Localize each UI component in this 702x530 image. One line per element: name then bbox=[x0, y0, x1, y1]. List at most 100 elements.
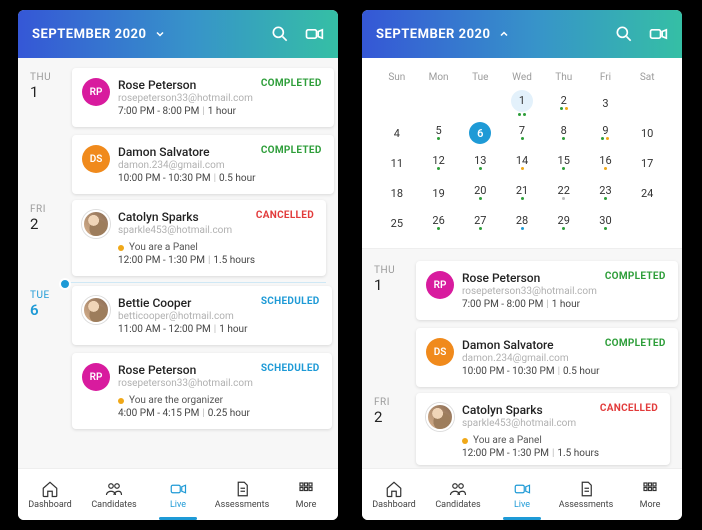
candidate-email: damon.234@gmail.com bbox=[118, 160, 253, 171]
nav-more[interactable]: More bbox=[618, 469, 682, 520]
event-time: 12:00 PM - 1:30 PM|1.5 hours bbox=[118, 255, 314, 266]
event-time: 4:00 PM - 4:15 PM|0.25 hour bbox=[118, 408, 320, 419]
day-group: FRI 2 Catolyn Sparks sparkle453@hotmail.… bbox=[30, 200, 326, 276]
video-icon[interactable] bbox=[304, 24, 324, 44]
nav-dashboard[interactable]: Dashboard bbox=[362, 469, 426, 520]
event-card[interactable]: Catolyn Sparks sparkle453@hotmail.com CA… bbox=[416, 393, 670, 465]
calendar-day[interactable]: 26 bbox=[418, 208, 460, 238]
avatar bbox=[82, 210, 110, 238]
dow-label: Fri bbox=[585, 66, 627, 88]
calendar-day[interactable]: 17 bbox=[626, 148, 668, 178]
calendar-day[interactable]: 29 bbox=[543, 208, 585, 238]
calendar-day[interactable]: 18 bbox=[376, 178, 418, 208]
calendar-day[interactable]: 12 bbox=[418, 148, 460, 178]
avatar bbox=[82, 296, 110, 324]
status-badge: CANCELLED bbox=[600, 403, 658, 414]
nav-assessments[interactable]: Assessments bbox=[210, 469, 274, 520]
calendar-grid: 1234567891011121314151617181920212223242… bbox=[376, 88, 668, 238]
calendar-day[interactable]: 3 bbox=[585, 88, 627, 118]
candidate-email: betticooper@hotmail.com bbox=[118, 311, 253, 322]
calendar-day[interactable]: 7 bbox=[501, 118, 543, 148]
events-body: Sun Mon Tue Wed Thu Fri Sat 123456789101… bbox=[362, 58, 682, 468]
page-title: SEPTEMBER 2020 bbox=[376, 27, 490, 42]
day-group: THU 1 RP Rose Peterson rosepeterson33@ho… bbox=[30, 68, 326, 194]
day-num: 2 bbox=[30, 215, 62, 233]
nav-dashboard[interactable]: Dashboard bbox=[18, 469, 82, 520]
calendar-day[interactable]: 22 bbox=[543, 178, 585, 208]
dow-label: Tue bbox=[459, 66, 501, 88]
document-icon bbox=[577, 480, 595, 498]
nav-more[interactable]: More bbox=[274, 469, 338, 520]
month-selector[interactable]: SEPTEMBER 2020 bbox=[376, 27, 614, 42]
nav-live[interactable]: Live bbox=[146, 469, 210, 520]
candidate-email: sparkle453@hotmail.com bbox=[462, 418, 592, 429]
calendar-day[interactable]: 1 bbox=[501, 88, 543, 118]
event-card[interactable]: RP Rose Peterson rosepeterson33@hotmail.… bbox=[72, 353, 332, 429]
calendar-day[interactable]: 10 bbox=[626, 118, 668, 148]
phone-list-view: SEPTEMBER 2020 THU 1 RP bbox=[18, 10, 338, 520]
calendar-day[interactable]: 14 bbox=[501, 148, 543, 178]
event-card[interactable]: RP Rose Peterson rosepeterson33@hotmail.… bbox=[416, 261, 678, 320]
nav-candidates[interactable]: Candidates bbox=[426, 469, 490, 520]
calendar-day[interactable]: 24 bbox=[626, 178, 668, 208]
header-actions bbox=[270, 24, 324, 44]
event-card[interactable]: DS Damon Salvatore damon.234@gmail.com C… bbox=[416, 328, 678, 387]
nav-label: More bbox=[640, 500, 661, 510]
nav-label: Candidates bbox=[91, 500, 136, 510]
video-icon bbox=[169, 480, 187, 498]
month-selector[interactable]: SEPTEMBER 2020 bbox=[32, 27, 270, 42]
dow-label: Sun bbox=[376, 66, 418, 88]
calendar-day[interactable]: 9 bbox=[585, 118, 627, 148]
calendar-day[interactable]: 4 bbox=[376, 118, 418, 148]
chevron-down-icon bbox=[154, 28, 166, 40]
event-card[interactable]: RP Rose Peterson rosepeterson33@hotmail.… bbox=[72, 68, 334, 127]
nav-assessments[interactable]: Assessments bbox=[554, 469, 618, 520]
nav-candidates[interactable]: Candidates bbox=[82, 469, 146, 520]
candidate-email: damon.234@gmail.com bbox=[462, 353, 597, 364]
calendar-day[interactable]: 15 bbox=[543, 148, 585, 178]
event-card[interactable]: DS Damon Salvatore damon.234@gmail.com C… bbox=[72, 135, 334, 194]
candidate-email: sparkle453@hotmail.com bbox=[118, 225, 248, 236]
dow-label: Mon bbox=[418, 66, 460, 88]
calendar-day[interactable]: 20 bbox=[459, 178, 501, 208]
calendar-day[interactable]: 30 bbox=[585, 208, 627, 238]
search-icon[interactable] bbox=[614, 24, 634, 44]
calendar-day[interactable]: 25 bbox=[376, 208, 418, 238]
calendar-day[interactable]: 23 bbox=[585, 178, 627, 208]
candidate-name: Rose Peterson bbox=[118, 78, 253, 92]
candidate-name: Rose Peterson bbox=[462, 271, 597, 285]
nav-live[interactable]: Live bbox=[490, 469, 554, 520]
month-calendar: Sun Mon Tue Wed Thu Fri Sat 123456789101… bbox=[362, 58, 682, 249]
calendar-day[interactable]: 27 bbox=[459, 208, 501, 238]
calendar-day[interactable]: 6 bbox=[459, 118, 501, 148]
event-time: 12:00 PM - 1:30 PM|1.5 hours bbox=[462, 448, 658, 459]
day-num: 1 bbox=[374, 276, 406, 294]
calendar-day[interactable]: 28 bbox=[501, 208, 543, 238]
search-icon[interactable] bbox=[270, 24, 290, 44]
calendar-day[interactable]: 8 bbox=[543, 118, 585, 148]
calendar-day[interactable]: 16 bbox=[585, 148, 627, 178]
event-card[interactable]: Bettie Cooper betticooper@hotmail.com SC… bbox=[72, 286, 332, 345]
candidate-name: Rose Peterson bbox=[118, 363, 253, 377]
video-icon[interactable] bbox=[648, 24, 668, 44]
chevron-up-icon bbox=[498, 28, 510, 40]
status-badge: CANCELLED bbox=[256, 210, 314, 221]
calendar-day[interactable]: 19 bbox=[418, 178, 460, 208]
calendar-day[interactable]: 13 bbox=[459, 148, 501, 178]
nav-label: More bbox=[296, 500, 317, 510]
dow-label: Sat bbox=[626, 66, 668, 88]
calendar-day[interactable]: 21 bbox=[501, 178, 543, 208]
status-badge: COMPLETED bbox=[605, 271, 666, 282]
role-label: You are a Panel bbox=[462, 435, 658, 446]
bottom-nav: Dashboard Candidates Live Assessments Mo… bbox=[362, 468, 682, 520]
grid-icon bbox=[297, 480, 315, 498]
video-icon bbox=[513, 480, 531, 498]
calendar-day[interactable]: 5 bbox=[418, 118, 460, 148]
event-card[interactable]: Catolyn Sparks sparkle453@hotmail.com CA… bbox=[72, 200, 326, 276]
nav-label: Candidates bbox=[435, 500, 480, 510]
day-name: FRI bbox=[374, 397, 406, 408]
calendar-day[interactable]: 11 bbox=[376, 148, 418, 178]
calendar-day[interactable]: 2 bbox=[543, 88, 585, 118]
day-num: 6 bbox=[30, 301, 62, 319]
day-name: THU bbox=[30, 72, 62, 83]
